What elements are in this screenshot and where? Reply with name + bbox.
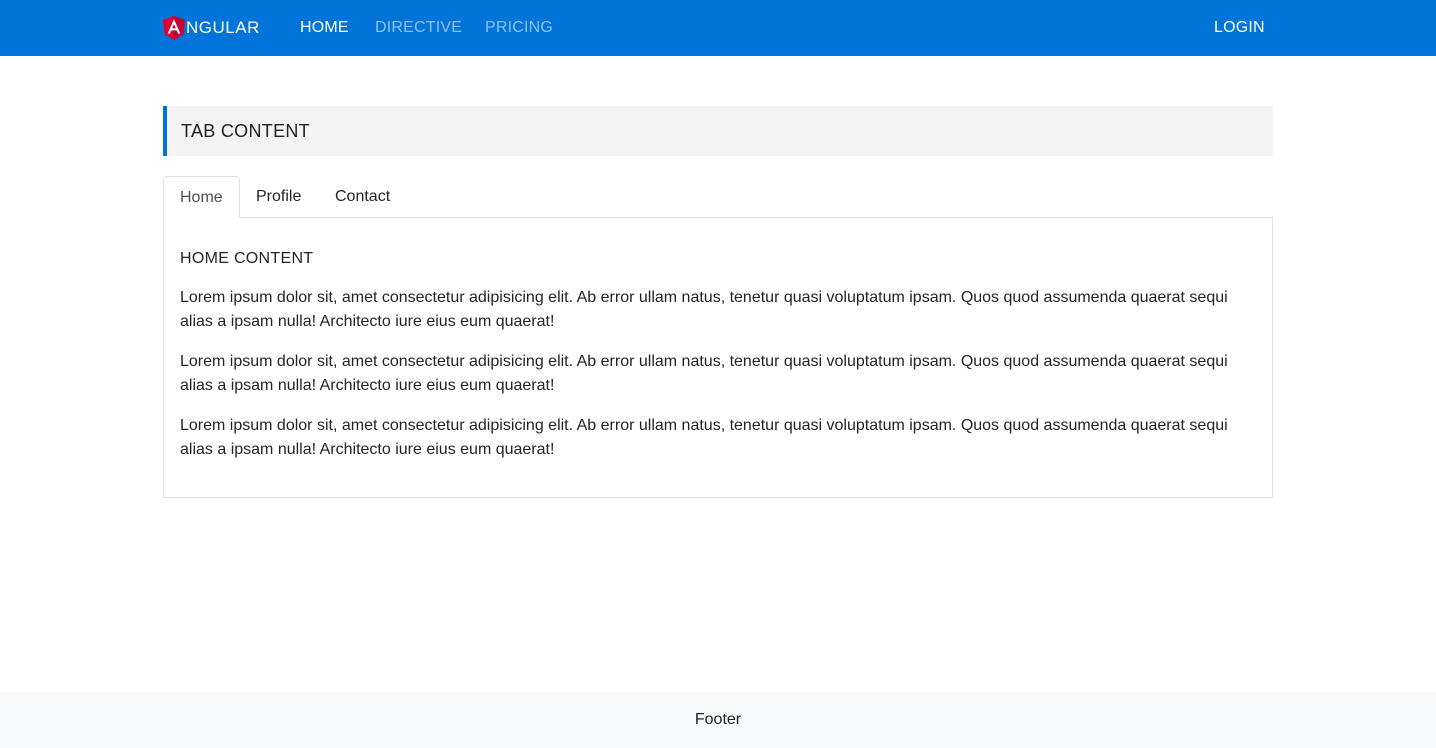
tab-bar: Home Profile Contact: [163, 176, 1273, 218]
panel-paragraph: Lorem ipsum dolor sit, amet consectetur …: [180, 289, 1228, 330]
panel-paragraph: Lorem ipsum dolor sit, amet consectetur …: [180, 417, 1228, 458]
tab-panel-home: HOME CONTENT Lorem ipsum dolor sit, amet…: [163, 217, 1273, 498]
tab-contact[interactable]: Contact: [319, 176, 406, 218]
section-title: TAB CONTENT: [181, 121, 310, 141]
nav-link-home[interactable]: HOME: [300, 18, 349, 38]
panel-title: HOME CONTENT: [180, 250, 314, 267]
angular-logo-icon: [163, 16, 185, 40]
section-header: TAB CONTENT: [163, 106, 1273, 156]
nav-link-pricing[interactable]: PRICING: [485, 18, 553, 38]
brand-text: NGULAR: [186, 18, 260, 37]
brand-logo-link[interactable]: NGULAR: [163, 14, 260, 42]
page-footer: Footer: [0, 692, 1436, 748]
nav-link-directive[interactable]: DIRECTIVE: [375, 18, 462, 38]
tab-profile[interactable]: Profile: [240, 176, 317, 218]
panel-paragraph: Lorem ipsum dolor sit, amet consectetur …: [180, 353, 1228, 394]
login-link[interactable]: LOGIN: [1214, 18, 1265, 38]
top-navbar: NGULAR HOME DIRECTIVE PRICING LOGIN: [0, 0, 1436, 56]
footer-text: Footer: [694, 711, 742, 728]
tab-home[interactable]: Home: [163, 176, 240, 218]
